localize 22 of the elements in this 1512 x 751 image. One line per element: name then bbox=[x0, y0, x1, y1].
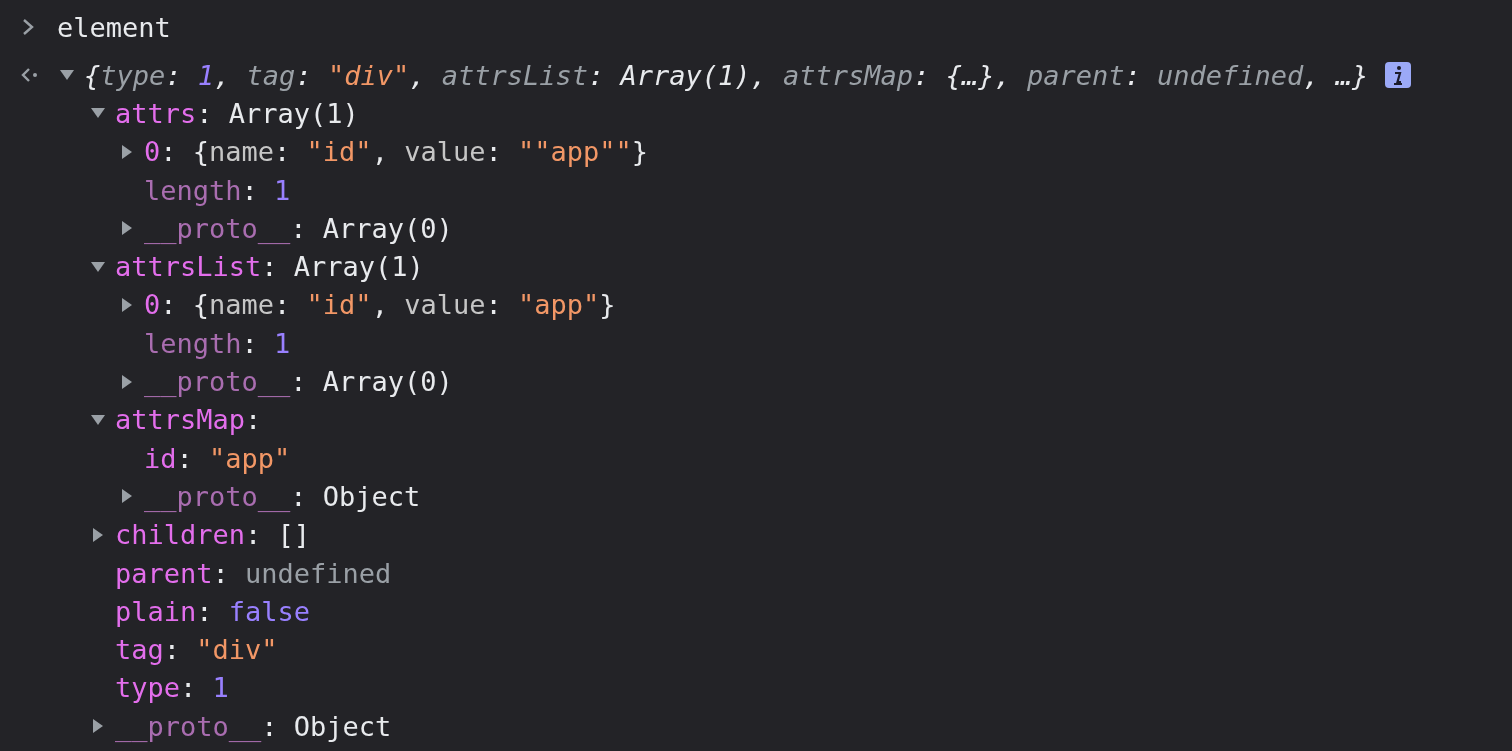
property-text: plain: false bbox=[115, 595, 311, 627]
property-text: tag: "div" bbox=[115, 634, 278, 666]
property-text: __proto__: Array(0) bbox=[144, 212, 453, 244]
object-summary[interactable]: {type: 1, tag: "div", attrsList: Array(1), attrsMap: {…}, parent: undefined, …} bbox=[84, 59, 1369, 91]
prompt-chevron-icon bbox=[22, 18, 34, 36]
result-arrow-icon bbox=[20, 67, 39, 84]
property-text: id: "app" bbox=[144, 442, 291, 474]
info-icon[interactable] bbox=[1385, 62, 1412, 89]
property-text: 0: {name: "id", value: "app"} bbox=[144, 289, 616, 321]
console-input-text: element bbox=[57, 11, 171, 43]
property-text: attrsMap: bbox=[115, 404, 262, 436]
property-text: attrsList: Array(1) bbox=[115, 251, 424, 283]
property-text: __proto__: Object bbox=[115, 710, 392, 742]
property-text: parent: undefined bbox=[115, 557, 392, 589]
property-text: length: 1 bbox=[144, 327, 291, 359]
property-text: type: 1 bbox=[115, 672, 229, 704]
property-text: __proto__: Object bbox=[144, 480, 421, 512]
property-text: 0: {name: "id", value: ""app""} bbox=[144, 136, 648, 168]
property-text: length: 1 bbox=[144, 174, 291, 206]
property-text: __proto__: Array(0) bbox=[144, 366, 453, 397]
property-text: children: [] bbox=[115, 519, 311, 551]
property-text: attrs: Array(1) bbox=[115, 97, 359, 129]
